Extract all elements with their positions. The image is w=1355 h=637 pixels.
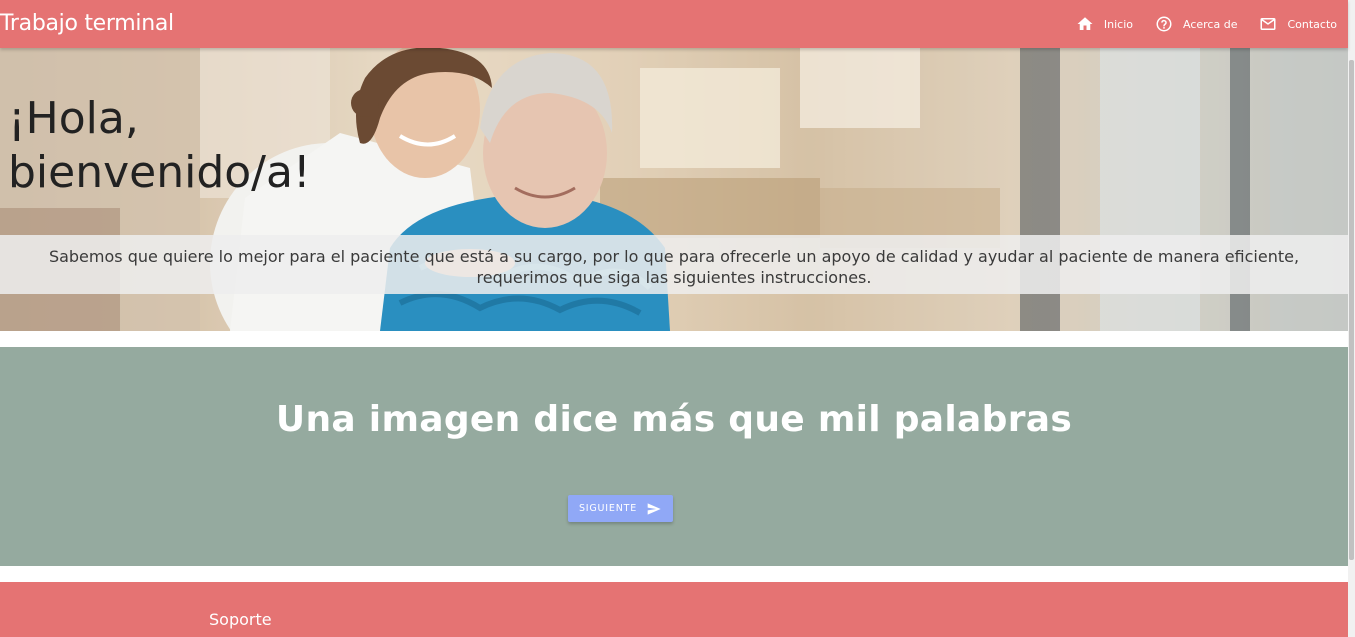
footer: Soporte — [0, 582, 1348, 637]
cta-section: Una imagen dice más que mil palabras SIG… — [0, 347, 1348, 566]
footer-title: Soporte — [209, 610, 272, 629]
nav-link-acerca-de[interactable]: Acerca de — [1155, 15, 1237, 33]
mail-icon — [1259, 15, 1277, 33]
hero-banner: ¡Hola, bienvenido/a! Sabemos que quiere … — [0, 48, 1348, 331]
scrollbar-thumb[interactable] — [1349, 60, 1354, 560]
brand-title[interactable]: Trabajo terminal — [0, 10, 174, 38]
home-icon — [1076, 15, 1094, 33]
send-icon — [646, 501, 662, 517]
section-title: Una imagen dice más que mil palabras — [275, 399, 1073, 440]
hero-description: Sabemos que quiere lo mejor para el paci… — [48, 247, 1300, 287]
nav-links: Inicio Acerca de Contacto — [1054, 0, 1337, 48]
help-circle-icon — [1155, 15, 1173, 33]
top-navbar: Trabajo terminal Inicio Acerca de Contac… — [0, 0, 1348, 48]
hero-title: ¡Hola, bienvenido/a! — [8, 93, 311, 198]
nav-link-label: Acerca de — [1183, 17, 1238, 31]
page-scrollbar[interactable] — [1348, 0, 1355, 637]
next-button[interactable]: SIGUIENTE — [568, 495, 673, 522]
nav-link-label: Contacto — [1287, 17, 1337, 31]
nav-link-label: Inicio — [1103, 17, 1133, 31]
nav-link-inicio[interactable]: Inicio — [1076, 15, 1133, 33]
next-button-label: SIGUIENTE — [578, 503, 638, 514]
nav-link-contacto[interactable]: Contacto — [1259, 15, 1337, 33]
